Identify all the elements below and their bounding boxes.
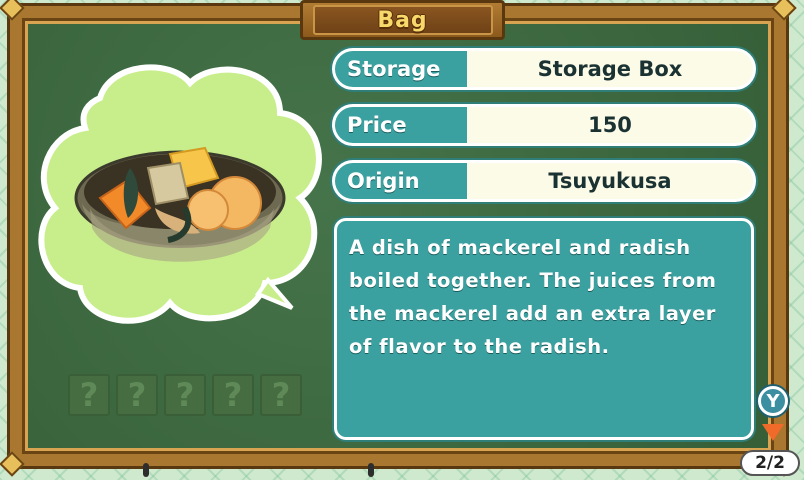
page-title: Bag [312, 5, 493, 35]
description-line: the mackerel add an extra layer [349, 302, 716, 325]
frame-corner-ornament [0, 451, 25, 477]
storage-row: Storage Storage Box [332, 48, 756, 90]
description-line: A dish of mackerel and radish [349, 236, 691, 259]
page-indicator: 2/2 [740, 450, 800, 476]
frame-peg [368, 463, 374, 477]
scroll-down-arrow-icon[interactable] [762, 424, 784, 441]
description-line: boiled together. The juices from [349, 269, 717, 292]
storage-label: Storage [335, 51, 467, 87]
origin-row: Origin Tsuyukusa [332, 160, 756, 202]
unknown-slot: ? [212, 374, 254, 416]
origin-label: Origin [335, 163, 467, 199]
price-label: Price [335, 107, 467, 143]
price-row: Price 150 [332, 104, 756, 146]
frame-corner-ornament [0, 0, 25, 21]
frame-peg [143, 463, 149, 477]
price-value: 150 [588, 113, 632, 137]
item-image-cloud [38, 64, 322, 324]
storage-value: Storage Box [537, 57, 683, 81]
unknown-slot: ? [68, 374, 110, 416]
unknown-slot: ? [116, 374, 158, 416]
origin-value: Tsuyukusa [548, 169, 672, 193]
frame-corner-ornament [771, 0, 797, 21]
unknown-slot: ? [164, 374, 206, 416]
description-line: of flavor to the radish. [349, 335, 610, 358]
y-button[interactable]: Y [758, 386, 788, 416]
item-description: A dish of mackerel and radish boiled tog… [334, 218, 754, 440]
title-plaque: Bag [300, 0, 505, 40]
unknown-slot: ? [260, 374, 302, 416]
